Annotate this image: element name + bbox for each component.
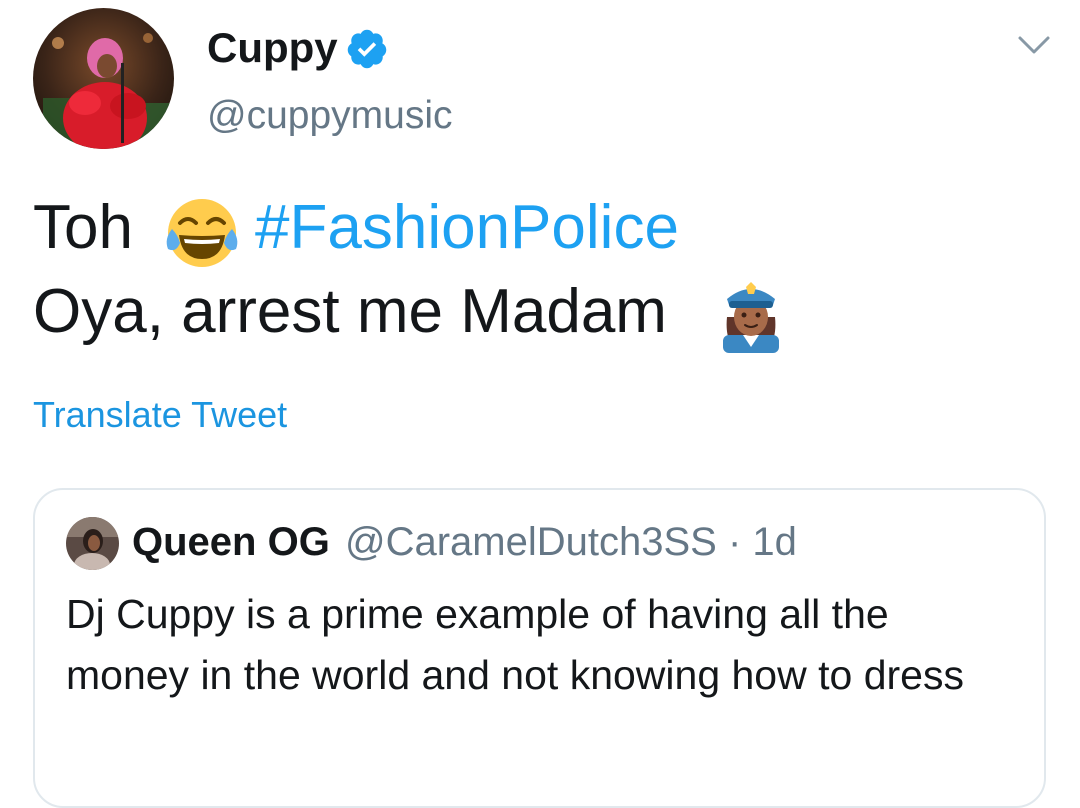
author-handle[interactable]: @cuppymusic <box>207 92 453 140</box>
face-with-tears-of-joy-emoji-icon <box>166 199 238 267</box>
translate-tweet-link[interactable]: Translate Tweet <box>33 394 287 436</box>
quoted-author-name[interactable]: Queen OG <box>132 518 330 566</box>
author-display-name[interactable]: Cuppy <box>207 22 338 74</box>
quoted-tweet-text: Dj Cuppy is a prime example of having al… <box>66 591 964 698</box>
author-avatar[interactable] <box>33 8 174 149</box>
tweet-text: Oya, arrest me Madam <box>33 277 667 346</box>
chevron-down-icon[interactable] <box>1017 33 1051 57</box>
quoted-tweet-card[interactable]: Queen OG @CaramelDutch3SS · 1d Dj Cuppy … <box>33 488 1046 808</box>
woman-police-officer-emoji-icon <box>723 282 779 353</box>
tweet-word: Toh <box>33 193 133 262</box>
hashtag-link[interactable]: #FashionPolice <box>255 190 679 266</box>
quoted-author-handle-time[interactable]: @CaramelDutch3SS · 1d <box>345 518 797 566</box>
verified-badge-icon <box>347 29 387 69</box>
quoted-author-avatar[interactable] <box>66 517 119 570</box>
